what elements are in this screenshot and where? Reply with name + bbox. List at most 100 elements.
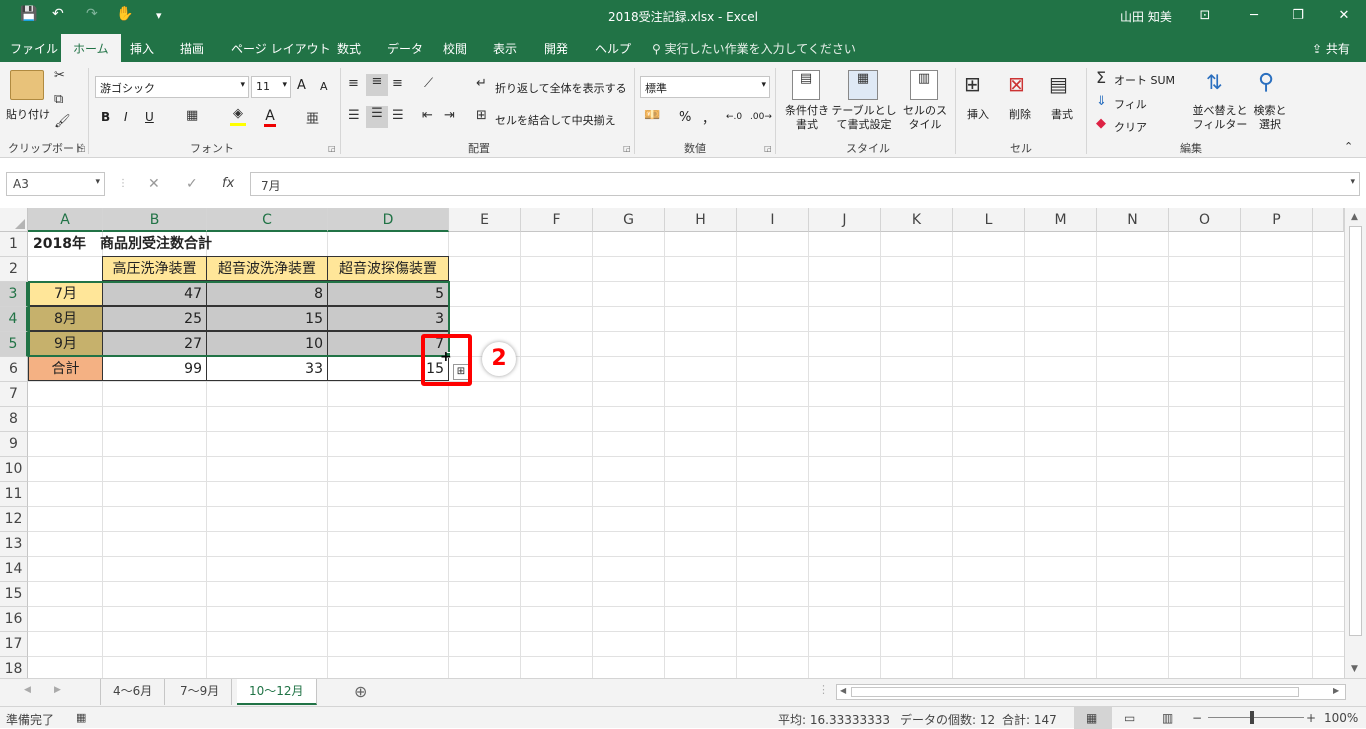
page-layout-view-icon[interactable]: ▭ xyxy=(1124,711,1135,725)
insert-cells-button[interactable]: 挿入 xyxy=(967,106,989,122)
row-header-13[interactable]: 13 xyxy=(0,532,28,557)
total-cell-b6[interactable]: 99 xyxy=(102,356,207,381)
total-label-cell[interactable]: 合計 xyxy=(28,356,103,381)
row-header-15[interactable]: 15 xyxy=(0,582,28,607)
conditional-formatting-button[interactable]: 条件付き書式 xyxy=(782,104,832,132)
row-header-4[interactable]: 4 xyxy=(0,307,28,332)
align-top-icon[interactable]: ≡ xyxy=(348,76,359,91)
paste-icon[interactable] xyxy=(10,70,44,100)
format-as-table-button[interactable]: テーブルとして書式設定 xyxy=(830,104,898,132)
font-size-select[interactable]: 11 ▾ xyxy=(251,76,291,98)
row-header-16[interactable]: 16 xyxy=(0,607,28,632)
collapse-ribbon-icon[interactable]: ⌃ xyxy=(1344,140,1353,153)
zoom-slider-track[interactable] xyxy=(1208,717,1304,718)
status-count[interactable]: データの個数: 12 xyxy=(900,711,995,728)
align-center-icon[interactable]: ☰ xyxy=(366,106,388,128)
insert-function-icon[interactable]: fx xyxy=(222,176,234,191)
user-name[interactable]: 山田 知美 xyxy=(1120,8,1172,25)
scroll-split-icon[interactable]: ⋮ xyxy=(818,683,829,696)
italic-button[interactable]: I xyxy=(124,110,128,124)
grow-font-button[interactable]: A xyxy=(297,78,306,93)
fill-color-icon[interactable]: ◈ xyxy=(230,106,246,126)
align-middle-icon[interactable]: ≡ xyxy=(366,74,388,96)
sheet-tab-jul-sep[interactable]: 7～9月 xyxy=(168,679,233,705)
row-header-12[interactable]: 12 xyxy=(0,507,28,532)
column-header-p[interactable]: P xyxy=(1241,208,1313,232)
merge-center-button[interactable]: セルを結合して中央揃え xyxy=(495,112,616,128)
row-header-17[interactable]: 17 xyxy=(0,632,28,657)
column-header-f[interactable]: F xyxy=(521,208,593,232)
row-header-3[interactable]: 3 xyxy=(0,282,28,307)
font-color-button[interactable]: A xyxy=(264,108,276,127)
vertical-scroll-thumb[interactable] xyxy=(1349,226,1362,636)
cancel-entry-icon[interactable]: ✕ xyxy=(148,176,160,192)
magnifier-icon[interactable]: ⚲ xyxy=(1258,70,1274,95)
row-header-10[interactable]: 10 xyxy=(0,457,28,482)
horizontal-scrollbar[interactable]: ◀ ▶ xyxy=(836,684,1346,700)
zoom-out-icon[interactable]: − xyxy=(1192,711,1202,725)
column-header-b[interactable]: B xyxy=(103,208,207,232)
close-button[interactable]: ✕ xyxy=(1332,4,1356,28)
normal-view-icon[interactable]: ▦ xyxy=(1086,711,1097,725)
autosum-button[interactable]: オート SUM xyxy=(1114,72,1175,88)
sheet-tab-apr-jun[interactable]: 4～6月 xyxy=(100,679,166,705)
zoom-level[interactable]: 100% xyxy=(1324,711,1358,725)
increase-decimal-button[interactable]: ←.0 xyxy=(726,112,742,122)
copy-icon[interactable]: ⧉ xyxy=(54,92,63,107)
font-dialog-launcher-icon[interactable]: ◲ xyxy=(328,144,336,153)
column-header-o[interactable]: O xyxy=(1169,208,1241,232)
column-header-m[interactable]: M xyxy=(1025,208,1097,232)
tab-data[interactable]: データ xyxy=(387,40,423,57)
percent-button[interactable]: % xyxy=(679,110,691,125)
align-left-icon[interactable]: ☰ xyxy=(348,108,360,123)
font-name-select[interactable]: 游ゴシック ▾ xyxy=(95,76,249,98)
column-header-a[interactable]: A xyxy=(28,208,103,232)
sort-filter-icon[interactable]: ⇅ xyxy=(1206,70,1223,94)
macro-record-icon[interactable]: ▦ xyxy=(76,711,86,724)
row-header-5[interactable]: 5 xyxy=(0,332,28,357)
bold-button[interactable]: B xyxy=(101,110,110,124)
sheet-title-cell[interactable]: 2018年 商品別受注数合計 xyxy=(29,232,349,257)
decrease-decimal-button[interactable]: .00→ xyxy=(750,112,772,122)
total-cell-c6[interactable]: 33 xyxy=(206,356,328,381)
column-header-i[interactable]: I xyxy=(737,208,809,232)
tab-review[interactable]: 校閲 xyxy=(443,40,467,57)
cell-styles-icon[interactable]: ▥ xyxy=(910,70,938,100)
column-header-c[interactable]: C xyxy=(207,208,328,232)
tell-me-search[interactable]: ⚲ 実行したい作業を入力してください xyxy=(652,40,856,57)
column-header-e[interactable]: E xyxy=(449,208,521,232)
sheet-tab-oct-dec[interactable]: 10～12月 xyxy=(237,679,317,705)
cell-styles-button[interactable]: セルのスタイル xyxy=(900,104,950,132)
phonetic-guide-icon[interactable]: 亜 xyxy=(306,108,319,127)
column-header-q[interactable] xyxy=(1313,208,1344,232)
scroll-up-icon[interactable]: ▲ xyxy=(1351,212,1358,222)
row-header-2[interactable]: 2 xyxy=(0,257,28,282)
zoom-in-icon[interactable]: + xyxy=(1306,711,1316,725)
header-cell-c2[interactable]: 超音波洗浄装置 xyxy=(206,256,328,281)
select-all-button[interactable] xyxy=(0,208,28,232)
format-cells-icon[interactable]: ▤ xyxy=(1049,72,1068,96)
column-header-l[interactable]: L xyxy=(953,208,1025,232)
align-right-icon[interactable]: ☰ xyxy=(392,108,404,123)
delete-cells-button[interactable]: 削除 xyxy=(1009,106,1031,122)
increase-indent-icon[interactable]: ⇥ xyxy=(444,108,455,123)
row-header-11[interactable]: 11 xyxy=(0,482,28,507)
comma-button[interactable]: ， xyxy=(702,108,715,127)
wrap-text-button[interactable]: 折り返して全体を表示する xyxy=(495,80,627,96)
find-select-button[interactable]: 検索と選択 xyxy=(1250,104,1290,132)
column-header-n[interactable]: N xyxy=(1097,208,1169,232)
status-average[interactable]: 平均: 16.33333333 xyxy=(778,711,890,728)
horizontal-scroll-thumb[interactable] xyxy=(851,687,1299,697)
column-header-d[interactable]: D xyxy=(328,208,449,232)
ribbon-display-icon[interactable]: ⊡ xyxy=(1193,4,1217,28)
zoom-slider-thumb[interactable] xyxy=(1250,711,1254,724)
status-sum[interactable]: 合計: 147 xyxy=(1002,711,1057,728)
underline-button[interactable]: U xyxy=(145,110,154,124)
row-header-1[interactable]: 1 xyxy=(0,232,28,257)
tab-insert[interactable]: 挿入 xyxy=(130,40,154,57)
column-header-k[interactable]: K xyxy=(881,208,953,232)
delete-cells-icon[interactable]: ⊠ xyxy=(1008,72,1025,96)
share-button[interactable]: ⇪ 共有 xyxy=(1312,40,1350,57)
vertical-scrollbar[interactable]: ▲ ▼ xyxy=(1344,208,1366,678)
row-header-8[interactable]: 8 xyxy=(0,407,28,432)
